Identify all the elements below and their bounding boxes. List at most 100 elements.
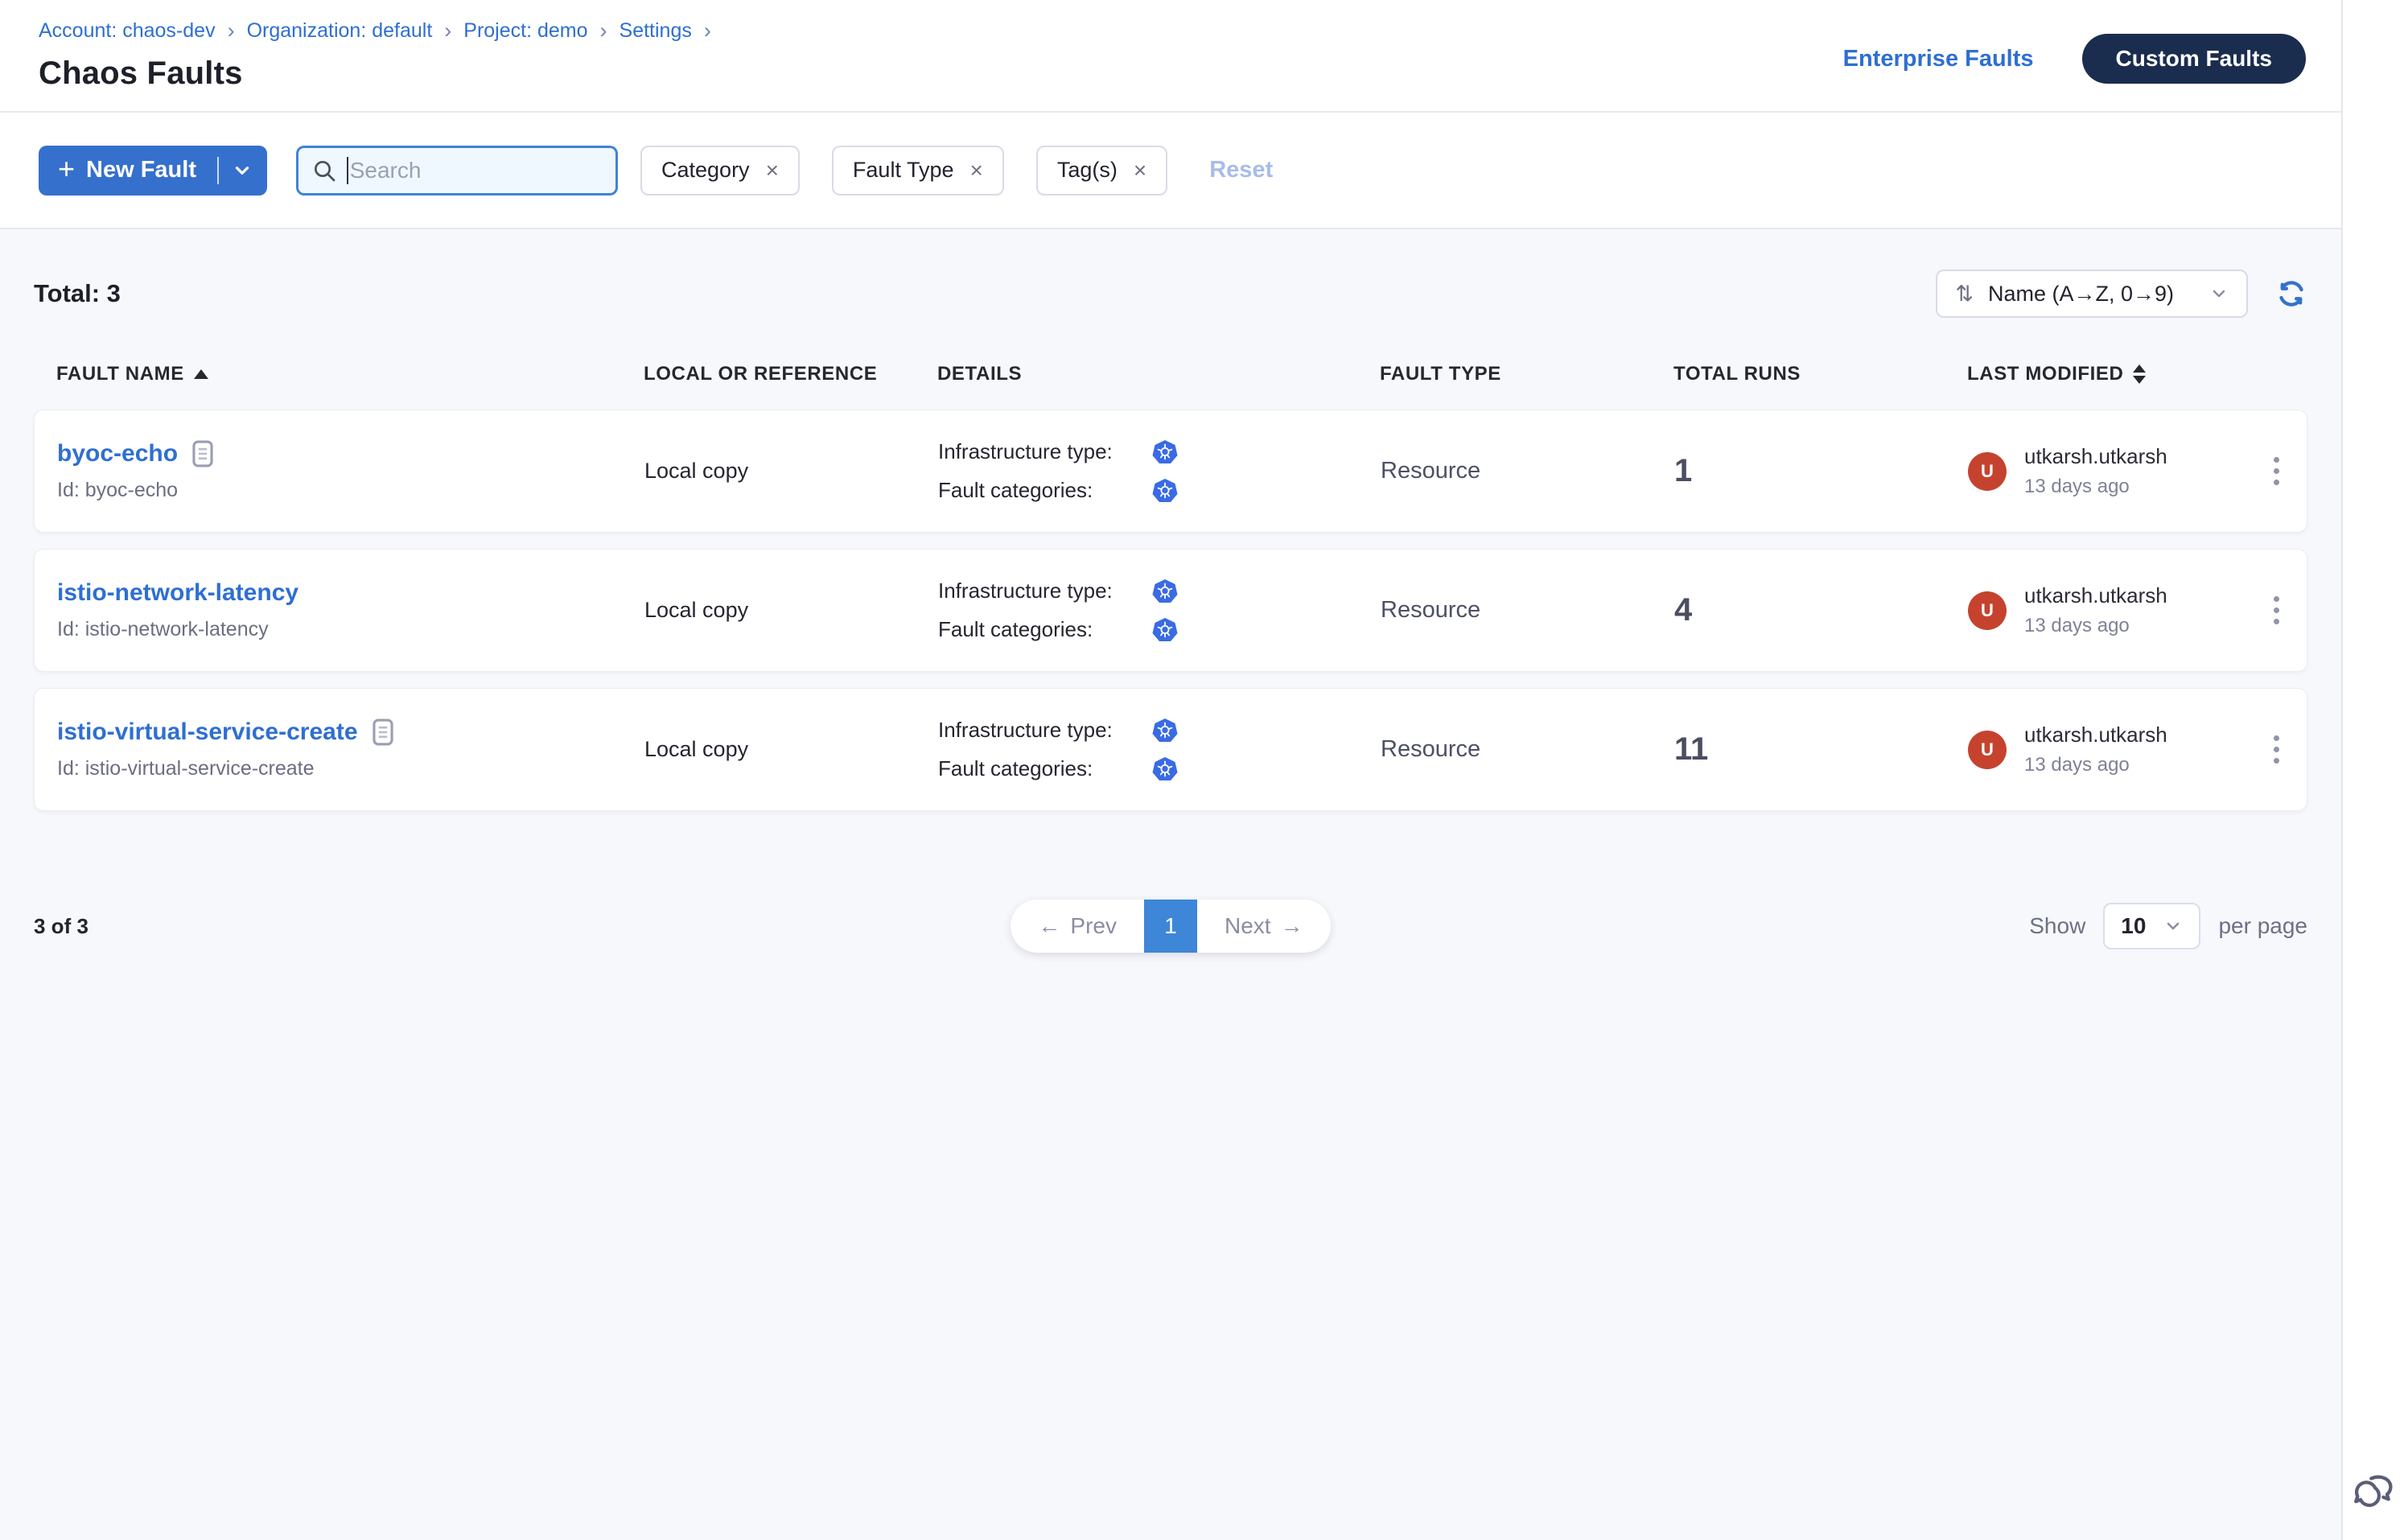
- chevron-down-icon: [232, 160, 253, 181]
- kubernetes-icon: [1152, 617, 1178, 643]
- modified-ago-label: 13 days ago: [2024, 754, 2167, 776]
- fault-name-link[interactable]: byoc-echo: [57, 440, 178, 467]
- breadcrumb-separator: ›: [600, 20, 607, 42]
- fault-type-cell: Resource: [1381, 458, 1674, 484]
- page-number-button[interactable]: 1: [1144, 900, 1197, 953]
- breadcrumb-item[interactable]: Project: demo ›: [463, 19, 619, 43]
- filter-chips: Category × Fault Type × Tag(s) ×: [640, 146, 1167, 196]
- modified-by-label: utkarsh.utkarsh: [2024, 723, 2167, 747]
- last-modified-cell: U utkarsh.utkarsh 13 days ago: [1968, 583, 2291, 637]
- new-fault-dropdown-toggle[interactable]: [216, 146, 267, 196]
- chip-close-icon[interactable]: ×: [766, 159, 779, 182]
- breadcrumb-item[interactable]: Organization: default ›: [247, 19, 464, 43]
- kubernetes-icon: [1152, 439, 1178, 465]
- fault-categories-label: Fault categories:: [938, 756, 1152, 781]
- sort-both-icon: [2133, 364, 2146, 384]
- table-header-row: FAULT NAME LOCAL OR REFERENCE DETAILS FA…: [34, 363, 2307, 385]
- search-icon: [311, 158, 337, 183]
- infrastructure-type-label: Infrastructure type:: [938, 439, 1152, 464]
- column-header-local-or-reference: LOCAL OR REFERENCE: [644, 363, 937, 385]
- filter-chip[interactable]: Category ×: [640, 146, 800, 196]
- column-header-total-runs: TOTAL RUNS: [1673, 363, 1967, 385]
- prev-page-button[interactable]: ← Prev: [1011, 900, 1144, 953]
- search-input[interactable]: [350, 158, 603, 183]
- chevron-down-icon: [2163, 916, 2183, 936]
- row-menu-button[interactable]: [2262, 588, 2291, 632]
- list-controls: Total: 3 ⇅ Name (A→Z, 0→9): [34, 270, 2307, 318]
- fault-id-label: Id: byoc-echo: [57, 479, 644, 502]
- refresh-button[interactable]: [2275, 278, 2307, 310]
- breadcrumb-item[interactable]: Account: chaos-dev ›: [39, 19, 247, 43]
- pagination-summary: 3 of 3: [34, 914, 484, 939]
- fault-name-link[interactable]: istio-network-latency: [57, 579, 298, 607]
- content-area: Total: 3 ⇅ Name (A→Z, 0→9): [0, 229, 2341, 1540]
- total-runs-cell: 1: [1674, 453, 1968, 489]
- fault-type-cell: Resource: [1381, 597, 1674, 624]
- details-cell: Infrastructure type:: [938, 579, 1381, 643]
- page-size-dropdown[interactable]: 10: [2103, 903, 2200, 949]
- fault-doc-icon[interactable]: [373, 719, 393, 746]
- page-size-value: 10: [2121, 913, 2146, 939]
- avatar: U: [1968, 731, 2007, 769]
- total-runs-cell: 4: [1674, 592, 1968, 628]
- filter-chip-label: Fault Type: [853, 158, 954, 183]
- new-fault-button[interactable]: + New Fault: [39, 146, 216, 196]
- kubernetes-icon: [1152, 718, 1178, 743]
- pagination-center: ← Prev 1 Next →: [484, 900, 1857, 953]
- button-divider: [217, 157, 219, 184]
- app-root: Account: chaos-dev › Organization: defau…: [0, 0, 2404, 1540]
- total-count-label: Total: 3: [34, 279, 121, 308]
- chat-bubbles-icon: [2351, 1467, 2401, 1517]
- details-cell: Infrastructure type:: [938, 718, 1381, 782]
- column-header-fault-type: FAULT TYPE: [1380, 363, 1673, 385]
- avatar: U: [1968, 591, 2007, 630]
- fault-doc-icon[interactable]: [192, 440, 213, 467]
- filter-chip-label: Category: [661, 158, 750, 183]
- sort-dropdown[interactable]: ⇅ Name (A→Z, 0→9): [1936, 270, 2248, 318]
- show-label: Show: [2029, 913, 2085, 939]
- sort-ascending-icon: [194, 369, 208, 379]
- breadcrumb-item-label: Project: demo: [463, 19, 587, 43]
- breadcrumb-separator: ›: [228, 20, 235, 42]
- kubernetes-icon: [1152, 756, 1178, 782]
- table-row[interactable]: byoc-echo Id: byoc-echo Local co: [34, 410, 2307, 533]
- infrastructure-type-label: Infrastructure type:: [938, 579, 1152, 603]
- fault-name-cell: byoc-echo Id: byoc-echo: [57, 440, 644, 502]
- fault-type-cell: Resource: [1381, 736, 1674, 763]
- fault-list: byoc-echo Id: byoc-echo Local co: [34, 410, 2307, 827]
- table-row[interactable]: istio-network-latency Id: istio-network-…: [34, 549, 2307, 672]
- arrow-left-icon: ←: [1038, 913, 1060, 939]
- new-fault-button-label: New Fault: [86, 157, 196, 183]
- enterprise-faults-link[interactable]: Enterprise Faults: [1843, 46, 2034, 72]
- column-header-last-modified[interactable]: LAST MODIFIED: [1967, 363, 2291, 385]
- page-header: Account: chaos-dev › Organization: defau…: [0, 0, 2341, 113]
- fault-name-cell: istio-virtual-service-create Id: istio-v…: [57, 719, 644, 780]
- kubernetes-icon: [1152, 478, 1178, 504]
- modified-ago-label: 13 days ago: [2024, 476, 2167, 498]
- page-size-controls: Show 10 per page: [1857, 903, 2307, 949]
- kubernetes-icon: [1152, 579, 1178, 604]
- new-fault-split-button: + New Fault: [39, 146, 267, 196]
- chip-close-icon[interactable]: ×: [970, 159, 983, 182]
- sort-dropdown-value: Name (A→Z, 0→9): [1988, 282, 2174, 307]
- fault-name-cell: istio-network-latency Id: istio-network-…: [57, 579, 644, 641]
- fault-id-label: Id: istio-network-latency: [57, 618, 644, 641]
- reset-filters-button[interactable]: Reset: [1209, 157, 1273, 183]
- fault-categories-label: Fault categories:: [938, 617, 1152, 642]
- column-header-fault-name[interactable]: FAULT NAME: [56, 363, 644, 385]
- toolbar: + New Fault: [0, 113, 2341, 229]
- table-row[interactable]: istio-virtual-service-create Id: istio-v…: [34, 688, 2307, 811]
- fault-id-label: Id: istio-virtual-service-create: [57, 757, 644, 780]
- filter-chip[interactable]: Fault Type ×: [832, 146, 1004, 196]
- modified-by-label: utkarsh.utkarsh: [2024, 444, 2167, 469]
- row-menu-button[interactable]: [2262, 449, 2291, 493]
- filter-chip[interactable]: Tag(s) ×: [1036, 146, 1167, 196]
- help-chat-button[interactable]: [2351, 1467, 2401, 1519]
- fault-name-link[interactable]: istio-virtual-service-create: [57, 719, 358, 746]
- breadcrumb-item[interactable]: Settings ›: [620, 19, 723, 43]
- custom-faults-button[interactable]: Custom Faults: [2082, 34, 2306, 84]
- chip-close-icon[interactable]: ×: [1134, 159, 1146, 182]
- next-page-button[interactable]: Next →: [1197, 900, 1331, 953]
- per-page-label: per page: [2218, 913, 2307, 939]
- row-menu-button[interactable]: [2262, 727, 2291, 772]
